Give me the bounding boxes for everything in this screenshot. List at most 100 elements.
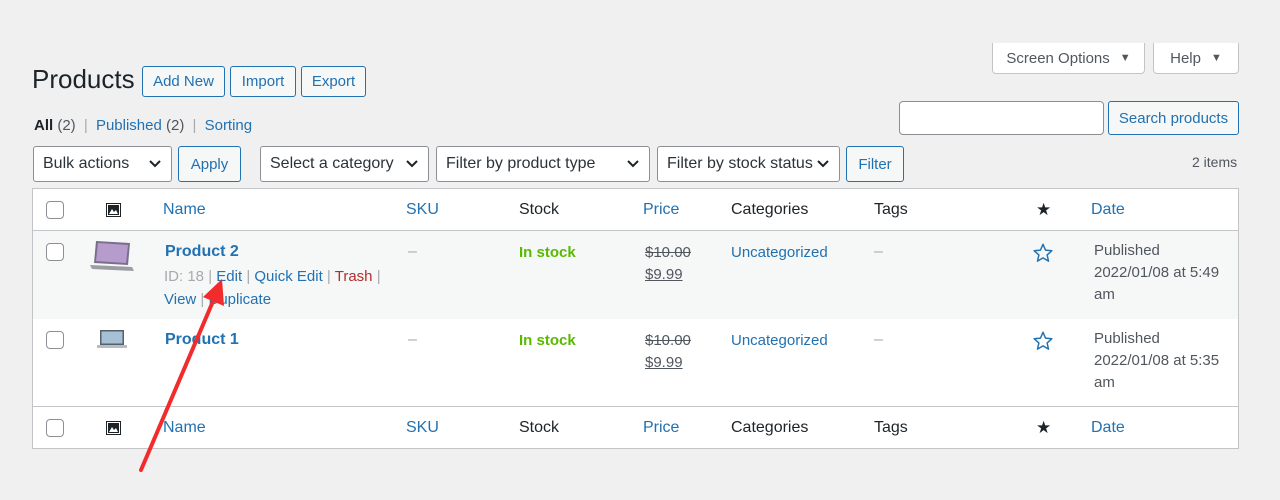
page-title: Products xyxy=(32,64,135,94)
product-type-value: Filter by product type xyxy=(446,155,596,172)
date-line1: 2022/01/08 at 5:35 xyxy=(1094,352,1220,369)
column-stock: Stock xyxy=(519,201,560,218)
post-status: Published xyxy=(1094,330,1160,347)
column-date[interactable]: Date xyxy=(1091,419,1125,437)
regular-price: $10.00 xyxy=(645,244,691,261)
image-icon xyxy=(106,203,121,217)
edit-link[interactable]: Edit xyxy=(216,268,242,285)
column-categories: Categories xyxy=(731,201,809,218)
tags-value: – xyxy=(874,243,883,260)
sku-value: – xyxy=(408,331,417,348)
column-sku[interactable]: SKU xyxy=(406,419,439,437)
separator: | xyxy=(208,268,213,285)
column-price[interactable]: Price xyxy=(643,201,679,219)
view-published[interactable]: Published xyxy=(96,117,162,134)
product-name-link[interactable]: Product 1 xyxy=(165,331,239,349)
filter-button[interactable]: Filter xyxy=(846,146,904,182)
separator: | xyxy=(376,268,381,285)
category-value: Select a category xyxy=(270,155,394,172)
date-line2: am xyxy=(1094,286,1115,303)
row-actions: ID: 18 | Edit | Quick Edit | Trash | xyxy=(164,268,381,285)
category-link[interactable]: Uncategorized xyxy=(731,244,828,261)
chevron-down-icon xyxy=(627,160,639,168)
row-actions-line2: View | Duplicate xyxy=(164,291,271,308)
export-button[interactable]: Export xyxy=(301,66,366,97)
column-tags: Tags xyxy=(874,419,908,436)
column-categories: Categories xyxy=(731,419,809,436)
bulk-actions-value: Bulk actions xyxy=(43,155,130,172)
table-header: Name SKU Stock Price Categories Tags ★ D… xyxy=(33,189,1238,231)
regular-price: $10.00 xyxy=(645,332,691,349)
bulk-actions-select[interactable]: Bulk actions xyxy=(33,146,172,182)
column-name[interactable]: Name xyxy=(163,419,206,437)
product-type-select[interactable]: Filter by product type xyxy=(436,146,650,182)
separator: | xyxy=(192,117,197,134)
featured-star-icon: ★ xyxy=(1036,418,1052,437)
column-price[interactable]: Price xyxy=(643,419,679,437)
help-button[interactable]: Help ▼ xyxy=(1153,43,1239,74)
column-stock: Stock xyxy=(519,419,560,436)
apply-button[interactable]: Apply xyxy=(178,146,241,182)
add-new-button[interactable]: Add New xyxy=(142,66,225,97)
column-tags: Tags xyxy=(874,201,908,218)
separator: | xyxy=(326,268,331,285)
featured-star-icon: ★ xyxy=(1036,200,1052,219)
view-link[interactable]: View xyxy=(164,291,196,308)
trash-link[interactable]: Trash xyxy=(335,268,373,285)
view-all[interactable]: All xyxy=(34,117,53,134)
row-checkbox[interactable] xyxy=(46,331,64,349)
star-outline-icon[interactable] xyxy=(1032,242,1054,264)
stock-status-value: Filter by stock status xyxy=(667,155,813,172)
views-list: All (2) | Published (2) | Sorting xyxy=(34,117,252,134)
table-footer: Name SKU Stock Price Categories Tags ★ D… xyxy=(33,406,1238,448)
search-input[interactable] xyxy=(899,101,1104,135)
table-row: Product 2 ID: 18 | Edit | Quick Edit | T… xyxy=(33,231,1238,319)
column-sku[interactable]: SKU xyxy=(406,201,439,219)
column-name[interactable]: Name xyxy=(163,201,206,219)
chevron-down-icon xyxy=(149,160,161,168)
category-select[interactable]: Select a category xyxy=(260,146,429,182)
view-sorting[interactable]: Sorting xyxy=(205,117,253,134)
date-line2: am xyxy=(1094,374,1115,391)
product-thumbnail[interactable] xyxy=(88,239,136,275)
stock-status: In stock xyxy=(519,332,576,349)
date-cell: Published 2022/01/08 at 5:49 am xyxy=(1094,240,1219,306)
sale-price: $9.99 xyxy=(645,354,683,371)
post-status: Published xyxy=(1094,242,1160,259)
separator: | xyxy=(83,117,88,134)
image-icon xyxy=(106,421,121,435)
column-date[interactable]: Date xyxy=(1091,201,1125,219)
sku-value: – xyxy=(408,243,417,260)
caret-down-icon: ▼ xyxy=(1119,52,1131,64)
product-id: ID: 18 xyxy=(164,268,205,285)
sale-price: $9.99 xyxy=(645,266,683,283)
duplicate-link[interactable]: Duplicate xyxy=(209,291,272,308)
view-all-count: (2) xyxy=(57,117,76,134)
products-table: Name SKU Stock Price Categories Tags ★ D… xyxy=(32,188,1239,449)
stock-status: In stock xyxy=(519,244,576,261)
screen-options-label: Screen Options xyxy=(1006,49,1110,67)
search-products-button[interactable]: Search products xyxy=(1108,101,1239,135)
select-all-checkbox[interactable] xyxy=(46,419,64,437)
select-all-checkbox[interactable] xyxy=(46,201,64,219)
tags-value: – xyxy=(874,331,883,348)
quick-edit-link[interactable]: Quick Edit xyxy=(254,268,322,285)
separator: | xyxy=(200,291,205,308)
items-count: 2 items xyxy=(1192,154,1238,170)
category-link[interactable]: Uncategorized xyxy=(731,332,828,349)
stock-status-select[interactable]: Filter by stock status xyxy=(657,146,840,182)
row-checkbox[interactable] xyxy=(46,243,64,261)
caret-down-icon: ▼ xyxy=(1210,52,1222,64)
view-published-count: (2) xyxy=(166,117,185,134)
product-thumbnail[interactable] xyxy=(96,328,128,352)
star-outline-icon[interactable] xyxy=(1032,330,1054,352)
date-cell: Published 2022/01/08 at 5:35 am xyxy=(1094,328,1219,394)
date-line1: 2022/01/08 at 5:49 xyxy=(1094,264,1220,281)
help-label: Help xyxy=(1170,49,1201,67)
screen-options-button[interactable]: Screen Options ▼ xyxy=(992,43,1145,74)
import-button[interactable]: Import xyxy=(230,66,296,97)
separator: | xyxy=(246,268,251,285)
chevron-down-icon xyxy=(817,160,829,168)
table-row: Product 1 – In stock $10.00 $9.99 Uncate… xyxy=(33,319,1238,406)
product-name-link[interactable]: Product 2 xyxy=(165,243,239,261)
